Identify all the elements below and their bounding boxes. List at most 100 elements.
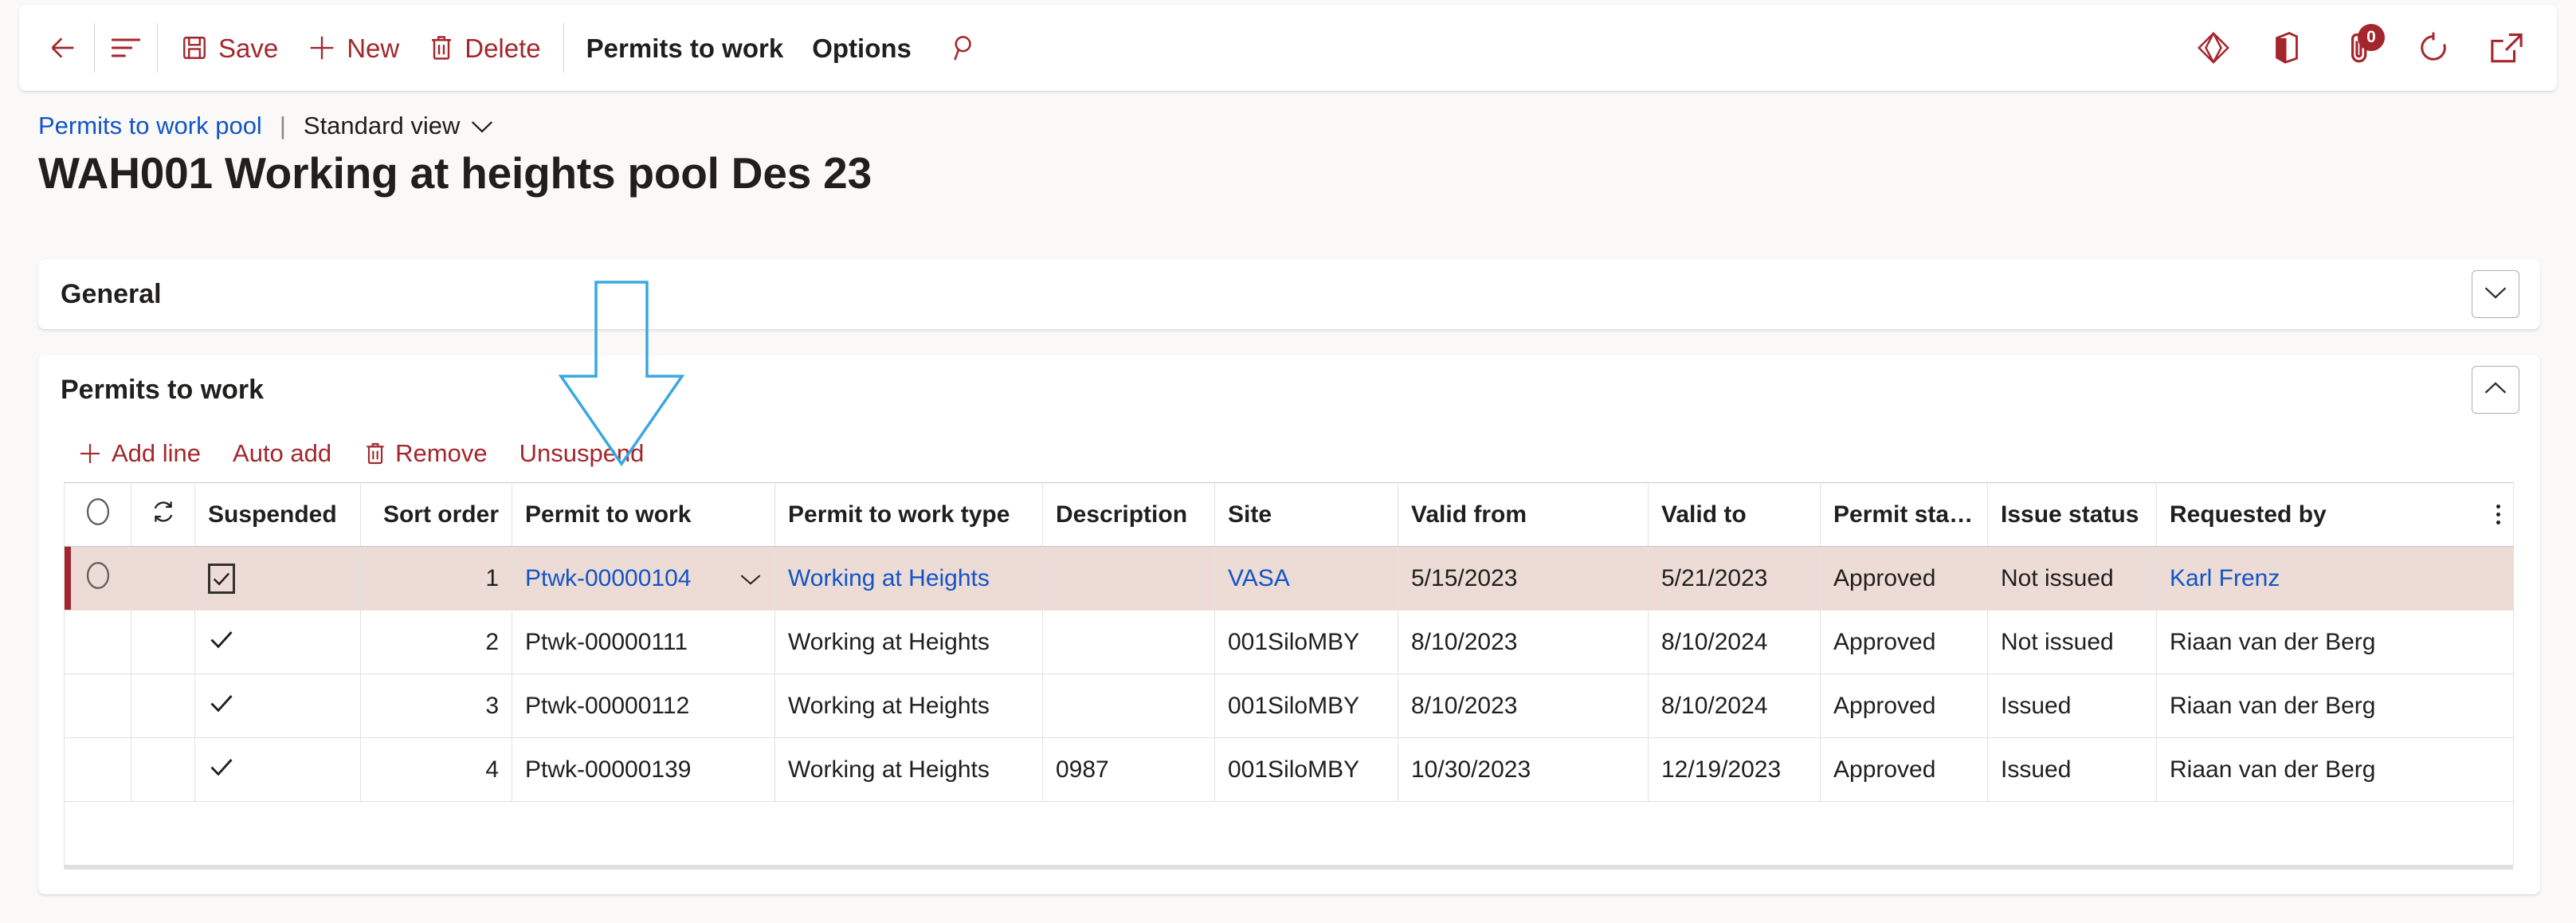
table-new-row-placeholder[interactable] — [64, 801, 2514, 866]
auto-add-button[interactable]: Auto add — [217, 431, 347, 476]
permit-cell[interactable]: Ptwk-00000111 — [512, 610, 775, 674]
delete-button[interactable]: Delete — [414, 22, 555, 73]
site-value[interactable]: VASA — [1228, 565, 1290, 591]
column-header-validfrom[interactable]: Valid from — [1398, 482, 1649, 547]
more-options-icon[interactable] — [2496, 505, 2500, 524]
row-refresh-cell[interactable] — [131, 610, 195, 674]
column-header-validto[interactable]: Valid to — [1648, 482, 1821, 547]
sort-order-cell[interactable]: 4 — [360, 737, 512, 802]
open-in-new-window-icon[interactable] — [2482, 23, 2531, 73]
section-permits-collapse-button[interactable] — [2472, 366, 2519, 414]
description-cell[interactable]: 0987 — [1042, 737, 1215, 802]
site-cell[interactable]: 001SiloMBY — [1214, 610, 1398, 674]
office-app-launcher-icon[interactable] — [2262, 23, 2311, 73]
column-header-site[interactable]: Site — [1214, 482, 1398, 547]
issue-status-cell[interactable]: Not issued — [1987, 610, 2157, 674]
column-header-reqby[interactable]: Requested by — [2156, 482, 2514, 547]
row-refresh-cell[interactable] — [131, 674, 195, 738]
issue-status-cell[interactable]: Not issued — [1987, 546, 2157, 611]
valid-from-cell[interactable]: 10/30/2023 — [1398, 737, 1649, 802]
back-arrow-icon[interactable] — [40, 25, 86, 71]
row-select-circle-icon[interactable] — [84, 561, 112, 598]
permit-link[interactable]: Ptwk-00000104 — [525, 565, 691, 592]
permit-cell[interactable]: Ptwk-00000139 — [512, 737, 775, 802]
section-permits-header[interactable]: Permits to work — [38, 355, 2540, 425]
issue-status-cell[interactable]: Issued — [1987, 674, 2157, 738]
column-header-suspended[interactable]: Suspended — [194, 482, 361, 547]
breadcrumb-parent-link[interactable]: Permits to work pool — [38, 112, 262, 140]
chevron-down-icon[interactable] — [739, 565, 762, 592]
table-row[interactable]: 2 Ptwk-00000111 Working at Heights 001SiloM… — [64, 610, 2514, 674]
suspended-cell[interactable] — [194, 737, 361, 802]
permit-type-cell[interactable]: Working at Heights — [774, 610, 1043, 674]
permit-status-cell[interactable]: Approved — [1820, 737, 1988, 802]
table-new-row-cell[interactable] — [64, 801, 2514, 866]
permit-cell[interactable]: Ptwk-00000112 — [512, 674, 775, 738]
requested-by-cell[interactable]: Riaan van der Berg — [2156, 674, 2514, 738]
suspended-checkbox[interactable] — [208, 563, 235, 594]
menu-options[interactable]: Options — [798, 22, 926, 73]
remove-button[interactable]: Remove — [347, 431, 503, 476]
requested-by-cell[interactable]: Riaan van der Berg — [2156, 610, 2514, 674]
permit-cell[interactable]: Ptwk-00000104 — [512, 546, 775, 611]
table-row[interactable]: 3 Ptwk-00000112 Working at Heights 001SiloM… — [64, 674, 2514, 738]
permit-status-cell[interactable]: Approved — [1820, 610, 1988, 674]
sort-order-cell[interactable]: 1 — [360, 546, 512, 611]
column-header-select[interactable] — [64, 482, 131, 547]
column-header-sort[interactable]: Sort order — [360, 482, 512, 547]
add-line-button[interactable]: Add line — [61, 431, 217, 476]
select-all-circle-icon[interactable] — [84, 497, 112, 534]
requested-by-cell[interactable]: Riaan van der Berg — [2156, 737, 2514, 802]
requested-by-value[interactable]: Karl Frenz — [2170, 565, 2280, 591]
description-cell[interactable] — [1042, 674, 1215, 738]
show-navigation-icon[interactable] — [103, 25, 149, 71]
column-header-issue[interactable]: Issue status — [1987, 482, 2157, 547]
suspended-cell[interactable] — [194, 610, 361, 674]
valid-to-cell[interactable]: 5/21/2023 — [1648, 546, 1821, 611]
valid-to-cell[interactable]: 12/19/2023 — [1648, 737, 1821, 802]
unsuspend-button[interactable]: Unsuspend — [504, 431, 661, 476]
new-button[interactable]: New — [292, 22, 414, 73]
valid-from-cell[interactable]: 5/15/2023 — [1398, 546, 1649, 611]
column-header-refresh[interactable] — [131, 482, 195, 547]
permit-status-cell[interactable]: Approved — [1820, 674, 1988, 738]
save-button[interactable]: Save — [166, 22, 292, 73]
column-header-status[interactable]: Permit status — [1820, 482, 1988, 547]
section-general-expand-button[interactable] — [2472, 270, 2519, 318]
sort-order-cell[interactable]: 2 — [360, 610, 512, 674]
description-cell[interactable] — [1042, 610, 1215, 674]
row-select-cell[interactable] — [64, 737, 131, 802]
permit-type-cell[interactable]: Working at Heights — [774, 546, 1043, 611]
attachment-paperclip-icon[interactable]: 0 — [2335, 23, 2385, 73]
column-header-type[interactable]: Permit to work type — [774, 482, 1043, 547]
site-cell[interactable]: VASA — [1214, 546, 1398, 611]
row-refresh-cell[interactable] — [131, 737, 195, 802]
permit-type-cell[interactable]: Working at Heights — [774, 737, 1043, 802]
table-row[interactable]: 1 Ptwk-00000104 Working at Heights VASA 5/15… — [64, 546, 2514, 611]
valid-to-cell[interactable]: 8/10/2024 — [1648, 674, 1821, 738]
dynamics-diamond-icon[interactable] — [2189, 23, 2238, 73]
column-header-desc[interactable]: Description — [1042, 482, 1215, 547]
valid-to-cell[interactable]: 8/10/2024 — [1648, 610, 1821, 674]
row-select-cell[interactable] — [64, 610, 131, 674]
requested-by-cell[interactable]: Karl Frenz — [2156, 546, 2514, 611]
refresh-icon[interactable] — [2409, 23, 2458, 73]
row-refresh-cell[interactable] — [131, 546, 195, 611]
valid-from-cell[interactable]: 8/10/2023 — [1398, 674, 1649, 738]
column-header-permit[interactable]: Permit to work — [512, 482, 775, 547]
suspended-cell[interactable] — [194, 546, 361, 611]
view-selector[interactable]: Standard view — [304, 112, 493, 140]
menu-permits-to-work[interactable]: Permits to work — [572, 22, 798, 73]
valid-from-cell[interactable]: 8/10/2023 — [1398, 610, 1649, 674]
description-cell[interactable] — [1042, 546, 1215, 611]
section-general-header[interactable]: General — [38, 259, 2540, 329]
site-cell[interactable]: 001SiloMBY — [1214, 674, 1398, 738]
row-select-cell[interactable] — [64, 546, 131, 611]
permit-status-cell[interactable]: Approved — [1820, 546, 1988, 611]
table-row[interactable]: 4 Ptwk-00000139 Working at Heights 0987 001S… — [64, 737, 2514, 802]
permit-type-cell[interactable]: Working at Heights — [774, 674, 1043, 738]
suspended-cell[interactable] — [194, 674, 361, 738]
site-cell[interactable]: 001SiloMBY — [1214, 737, 1398, 802]
row-select-cell[interactable] — [64, 674, 131, 738]
sort-order-cell[interactable]: 3 — [360, 674, 512, 738]
